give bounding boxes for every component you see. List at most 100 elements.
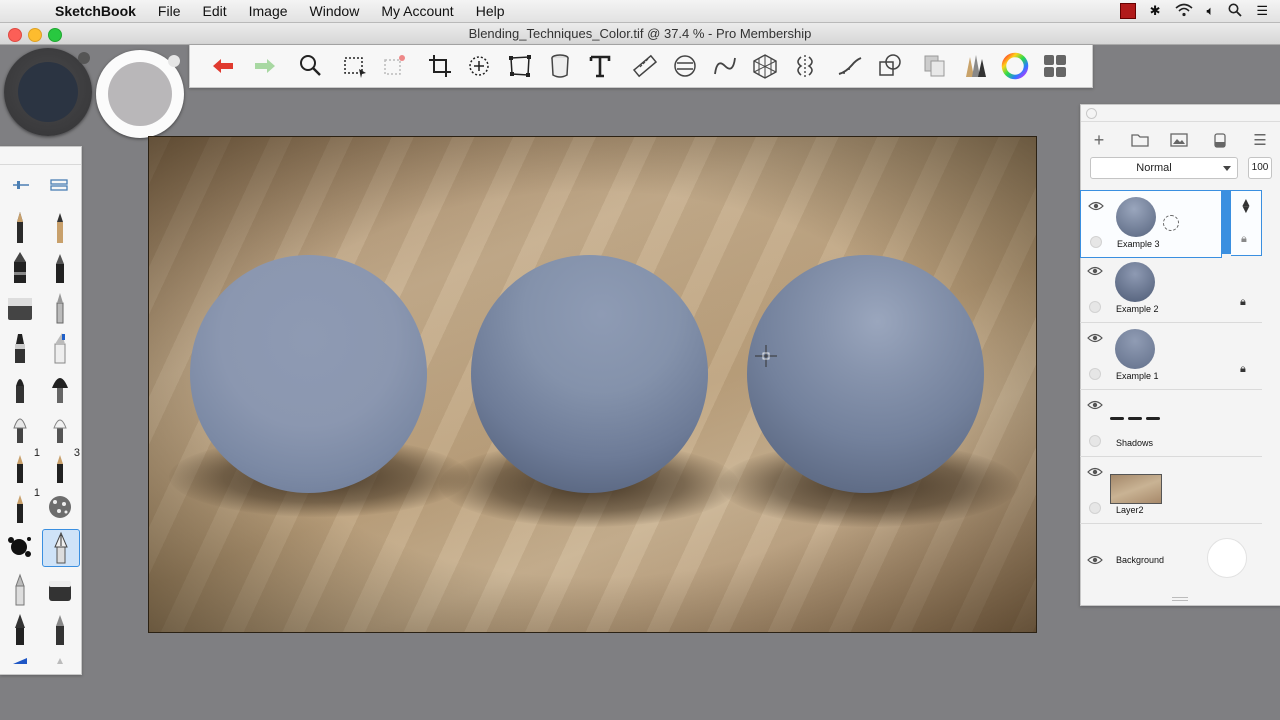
fill-icon[interactable] [545, 51, 575, 81]
selection-icon[interactable] [340, 51, 370, 81]
undo-icon[interactable] [208, 51, 238, 81]
symmetry-icon[interactable] [790, 51, 820, 81]
layers-toolbar: + ☰ [1081, 127, 1280, 153]
layers-panel-resize-handle[interactable] [1172, 597, 1188, 601]
brush-hard-pencil[interactable]: 1 [2, 487, 40, 525]
brush-ink[interactable] [2, 369, 38, 405]
layer-row-example-2[interactable]: Example 2 🔒︎ [1080, 256, 1262, 323]
ruler-icon[interactable] [630, 51, 660, 81]
lock-icon[interactable]: 🔒︎ [1240, 363, 1246, 376]
brush-technical-pen[interactable] [2, 571, 38, 607]
brush-brush-pen[interactable] [42, 249, 78, 285]
layer-select-dot[interactable] [1090, 236, 1102, 248]
eye-icon[interactable] [1087, 464, 1103, 477]
bluetooth-icon[interactable]: ✱ [1150, 3, 1161, 19]
brush-texture[interactable] [42, 489, 78, 525]
flag-icon[interactable] [1119, 3, 1136, 19]
menu-help[interactable]: Help [465, 3, 516, 19]
layer-row-shadows[interactable]: Shadows [1080, 390, 1262, 457]
drawing-canvas[interactable] [148, 136, 1037, 633]
add-group-icon[interactable] [1129, 129, 1151, 151]
brush-fountain-pen[interactable] [2, 611, 38, 647]
main-toolbar [189, 45, 1093, 88]
lock-icon[interactable]: 🔒︎ [1241, 233, 1247, 246]
brush-marker[interactable] [2, 249, 38, 285]
brush-flat-brush[interactable] [42, 409, 78, 445]
layer-opacity-field[interactable]: 100 [1248, 157, 1272, 179]
brush-eraser-block[interactable] [2, 289, 38, 325]
brush-scroll-more[interactable] [42, 647, 78, 674]
lock-icon[interactable]: 🔒︎ [1240, 296, 1246, 309]
brush-library-icon[interactable] [50, 178, 68, 192]
add-image-icon[interactable] [1168, 129, 1190, 151]
distort-icon[interactable] [505, 51, 535, 81]
eye-icon[interactable] [1088, 198, 1104, 211]
layer-select-dot[interactable] [1089, 435, 1101, 447]
layer-select-dot[interactable] [1089, 368, 1101, 380]
brush-chisel-marker[interactable] [42, 329, 78, 365]
brush-soft-pencil[interactable]: 1 [2, 447, 40, 485]
blend-mode-value: Normal [1136, 162, 1172, 174]
brush-size-badge: 3 [73, 447, 80, 459]
brush-eraser[interactable] [42, 571, 78, 607]
text-icon[interactable] [585, 51, 615, 81]
eye-icon[interactable] [1087, 263, 1103, 276]
brush-palette-icon[interactable] [960, 51, 990, 81]
layer-select-dot[interactable] [1089, 502, 1101, 514]
layer-row-background[interactable]: Background [1080, 524, 1262, 590]
brush-round-brush[interactable] [42, 369, 78, 405]
layer-row-example-1[interactable]: Example 1 🔒︎ [1080, 323, 1262, 390]
menu-edit[interactable]: Edit [191, 3, 237, 19]
lasso-icon[interactable] [465, 51, 495, 81]
secondary-color-puck[interactable] [96, 50, 184, 138]
brush-properties-icon[interactable] [12, 178, 30, 192]
notification-center-icon[interactable]: ☰ [1256, 3, 1268, 19]
brush-blue-ink[interactable] [2, 647, 38, 674]
layer-row-example-3[interactable]: Example 3 [1080, 190, 1222, 258]
layer-menu-icon[interactable]: ☰ [1249, 129, 1271, 151]
steady-stroke-icon[interactable] [835, 51, 865, 81]
brush-pencil[interactable] [2, 209, 38, 245]
add-layer-icon[interactable]: + [1088, 129, 1110, 151]
brush-airbrush[interactable] [42, 289, 78, 325]
color-wheel-icon[interactable] [1000, 51, 1030, 81]
eye-icon[interactable] [1087, 330, 1103, 343]
redo-icon[interactable] [250, 51, 280, 81]
curve-guide-icon[interactable] [710, 51, 740, 81]
blend-mode-select[interactable]: Normal [1090, 157, 1238, 179]
crop-icon[interactable] [425, 51, 455, 81]
zoom-icon[interactable] [295, 51, 325, 81]
menu-app-sketchbook[interactable]: SketchBook [44, 3, 147, 19]
brush-palette-handle[interactable] [0, 147, 81, 165]
eye-icon[interactable] [1087, 397, 1103, 410]
background-color-swatch[interactable] [1207, 538, 1247, 578]
brush-calligraphy[interactable] [42, 611, 78, 647]
brush-splatter[interactable] [2, 529, 38, 565]
layers-panel-close-icon[interactable] [1086, 108, 1097, 119]
perspective-icon[interactable] [750, 51, 780, 81]
clear-layer-icon[interactable] [1209, 129, 1231, 151]
primary-color-puck[interactable] [4, 48, 92, 136]
ellipse-guide-icon[interactable] [670, 51, 700, 81]
search-icon[interactable] [1228, 3, 1242, 20]
volume-icon[interactable]: 🔈︎ [1207, 3, 1215, 19]
brush-paint[interactable] [2, 409, 38, 445]
move-layer-icon[interactable]: ▲ ▼ [1240, 196, 1252, 215]
layer-select-dot[interactable] [1089, 301, 1101, 313]
layer-row-layer2[interactable]: Layer2 [1080, 457, 1262, 524]
menu-my-account[interactable]: My Account [370, 3, 464, 19]
transform-selection-icon[interactable] [380, 51, 410, 81]
layers-icon[interactable] [1040, 51, 1070, 81]
brush-smudge[interactable]: 3 [42, 447, 80, 485]
menu-window[interactable]: Window [299, 3, 371, 19]
copy-paste-icon[interactable] [920, 51, 950, 81]
brush-felt-tip[interactable] [2, 329, 38, 365]
wifi-icon[interactable] [1175, 3, 1193, 20]
brush-blender-selected[interactable] [42, 529, 80, 567]
menu-file[interactable]: File [147, 3, 192, 19]
brush-charcoal[interactable] [42, 209, 78, 245]
eye-icon[interactable] [1087, 552, 1103, 565]
menu-image[interactable]: Image [238, 3, 299, 19]
shape-icon[interactable] [875, 51, 905, 81]
layers-panel-handle[interactable] [1081, 105, 1280, 122]
